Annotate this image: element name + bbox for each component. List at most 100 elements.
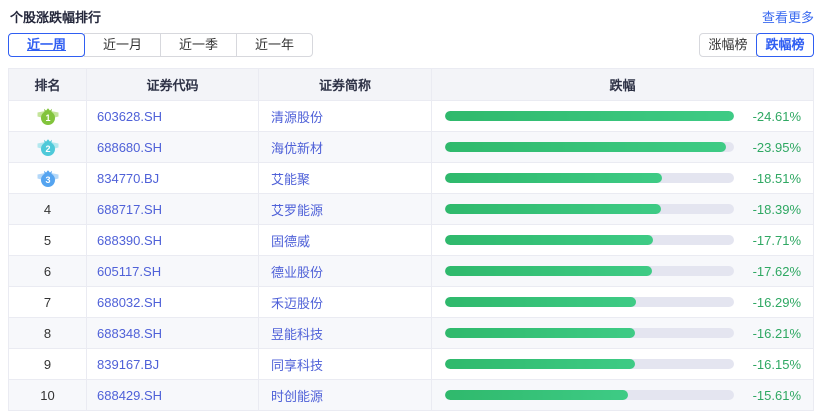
period-tab-1[interactable]: 近一月	[84, 33, 161, 57]
stock-code[interactable]: 688717.SH	[87, 194, 259, 225]
table-row: 8 688348.SH 昱能科技 -16.21%	[9, 318, 814, 349]
bar-fill	[445, 142, 726, 152]
stock-code[interactable]: 603628.SH	[87, 101, 259, 132]
table-row: 2 688680.SH 海优新材 -23.95%	[9, 132, 814, 163]
board-toggle: 涨幅榜跌幅榜	[699, 33, 814, 57]
table-row: 5 688390.SH 固德威 -17.71%	[9, 225, 814, 256]
rank-medal-icon: 1	[36, 106, 60, 126]
decline-bar: -15.61%	[445, 388, 801, 403]
view-more-link[interactable]: 查看更多	[762, 7, 814, 26]
rank-cell: 10	[9, 380, 87, 411]
stock-code[interactable]: 688680.SH	[87, 132, 259, 163]
column-header-0: 排名	[9, 69, 87, 101]
stock-name[interactable]: 同享科技	[259, 349, 432, 380]
rank-medal-icon: 3	[36, 168, 60, 188]
stock-code[interactable]: 839167.BJ	[87, 349, 259, 380]
ranking-table: 排名证券代码证券简称跌幅 1 603628.SH 清源股份 -24.61% 2 …	[8, 68, 814, 411]
stock-code[interactable]: 688032.SH	[87, 287, 259, 318]
decline-bar: -17.62%	[445, 264, 801, 279]
stock-code[interactable]: 834770.BJ	[87, 163, 259, 194]
rank-cell: 9	[9, 349, 87, 380]
period-tab-0[interactable]: 近一周	[8, 33, 85, 57]
bar-fill	[445, 111, 734, 121]
change-percent: -23.95%	[739, 140, 801, 155]
table-row: 10 688429.SH 时创能源 -15.61%	[9, 380, 814, 411]
bar-fill	[445, 173, 662, 183]
decline-bar: -17.71%	[445, 233, 801, 248]
bar-fill	[445, 297, 636, 307]
panel-header: 个股涨跌幅排行 查看更多	[10, 7, 814, 26]
change-percent: -24.61%	[739, 109, 801, 124]
stock-name[interactable]: 艾能聚	[259, 163, 432, 194]
stock-name[interactable]: 德业股份	[259, 256, 432, 287]
board-tab-0[interactable]: 涨幅榜	[699, 33, 757, 57]
bar-track	[445, 111, 734, 121]
rank-cell: 4	[9, 194, 87, 225]
rank-cell: 8	[9, 318, 87, 349]
bar-track	[445, 297, 734, 307]
rank-cell: 5	[9, 225, 87, 256]
bar-fill	[445, 235, 653, 245]
svg-text:2: 2	[45, 144, 50, 154]
table-row: 7 688032.SH 禾迈股份 -16.29%	[9, 287, 814, 318]
change-percent: -17.62%	[739, 264, 801, 279]
bar-fill	[445, 359, 635, 369]
table-row: 3 834770.BJ 艾能聚 -18.51%	[9, 163, 814, 194]
decline-bar: -16.21%	[445, 326, 801, 341]
bar-fill	[445, 266, 652, 276]
ranking-table-body: 1 603628.SH 清源股份 -24.61% 2 688680.SH 海优新…	[9, 101, 814, 411]
column-header-1: 证券代码	[87, 69, 259, 101]
rank-cell: 2	[9, 132, 87, 163]
period-tabs: 近一周近一月近一季近一年	[8, 33, 313, 57]
table-header-row: 排名证券代码证券简称跌幅	[9, 69, 814, 101]
period-tab-2[interactable]: 近一季	[160, 33, 237, 57]
bar-track	[445, 142, 734, 152]
bar-track	[445, 204, 734, 214]
board-tab-1[interactable]: 跌幅榜	[756, 33, 814, 57]
column-header-2: 证券简称	[259, 69, 432, 101]
change-percent: -18.39%	[739, 202, 801, 217]
controls-row: 近一周近一月近一季近一年 涨幅榜跌幅榜	[8, 33, 814, 57]
svg-text:1: 1	[45, 113, 50, 123]
stock-name[interactable]: 昱能科技	[259, 318, 432, 349]
change-percent: -17.71%	[739, 233, 801, 248]
table-row: 4 688717.SH 艾罗能源 -18.39%	[9, 194, 814, 225]
period-tab-3[interactable]: 近一年	[236, 33, 313, 57]
bar-fill	[445, 204, 661, 214]
bar-track	[445, 390, 734, 400]
rank-cell: 1	[9, 101, 87, 132]
stock-name[interactable]: 海优新材	[259, 132, 432, 163]
bar-track	[445, 173, 734, 183]
change-percent: -15.61%	[739, 388, 801, 403]
decline-bar: -18.51%	[445, 171, 801, 186]
stock-code[interactable]: 688390.SH	[87, 225, 259, 256]
decline-bar: -16.15%	[445, 357, 801, 372]
rank-medal-icon: 2	[36, 137, 60, 157]
page-title: 个股涨跌幅排行	[10, 7, 101, 26]
table-row: 6 605117.SH 德业股份 -17.62%	[9, 256, 814, 287]
svg-text:3: 3	[45, 175, 50, 185]
stock-name[interactable]: 禾迈股份	[259, 287, 432, 318]
bar-track	[445, 266, 734, 276]
decline-bar: -16.29%	[445, 295, 801, 310]
rank-cell: 6	[9, 256, 87, 287]
change-percent: -18.51%	[739, 171, 801, 186]
bar-track	[445, 235, 734, 245]
change-percent: -16.21%	[739, 326, 801, 341]
bar-track	[445, 328, 734, 338]
stock-name[interactable]: 时创能源	[259, 380, 432, 411]
rank-cell: 3	[9, 163, 87, 194]
decline-bar: -24.61%	[445, 109, 801, 124]
bar-track	[445, 359, 734, 369]
stock-name[interactable]: 固德威	[259, 225, 432, 256]
bar-fill	[445, 328, 635, 338]
decline-bar: -18.39%	[445, 202, 801, 217]
table-row: 9 839167.BJ 同享科技 -16.15%	[9, 349, 814, 380]
stock-name[interactable]: 清源股份	[259, 101, 432, 132]
stock-code[interactable]: 688348.SH	[87, 318, 259, 349]
stock-name[interactable]: 艾罗能源	[259, 194, 432, 225]
decline-bar: -23.95%	[445, 140, 801, 155]
rank-cell: 7	[9, 287, 87, 318]
stock-code[interactable]: 605117.SH	[87, 256, 259, 287]
stock-code[interactable]: 688429.SH	[87, 380, 259, 411]
